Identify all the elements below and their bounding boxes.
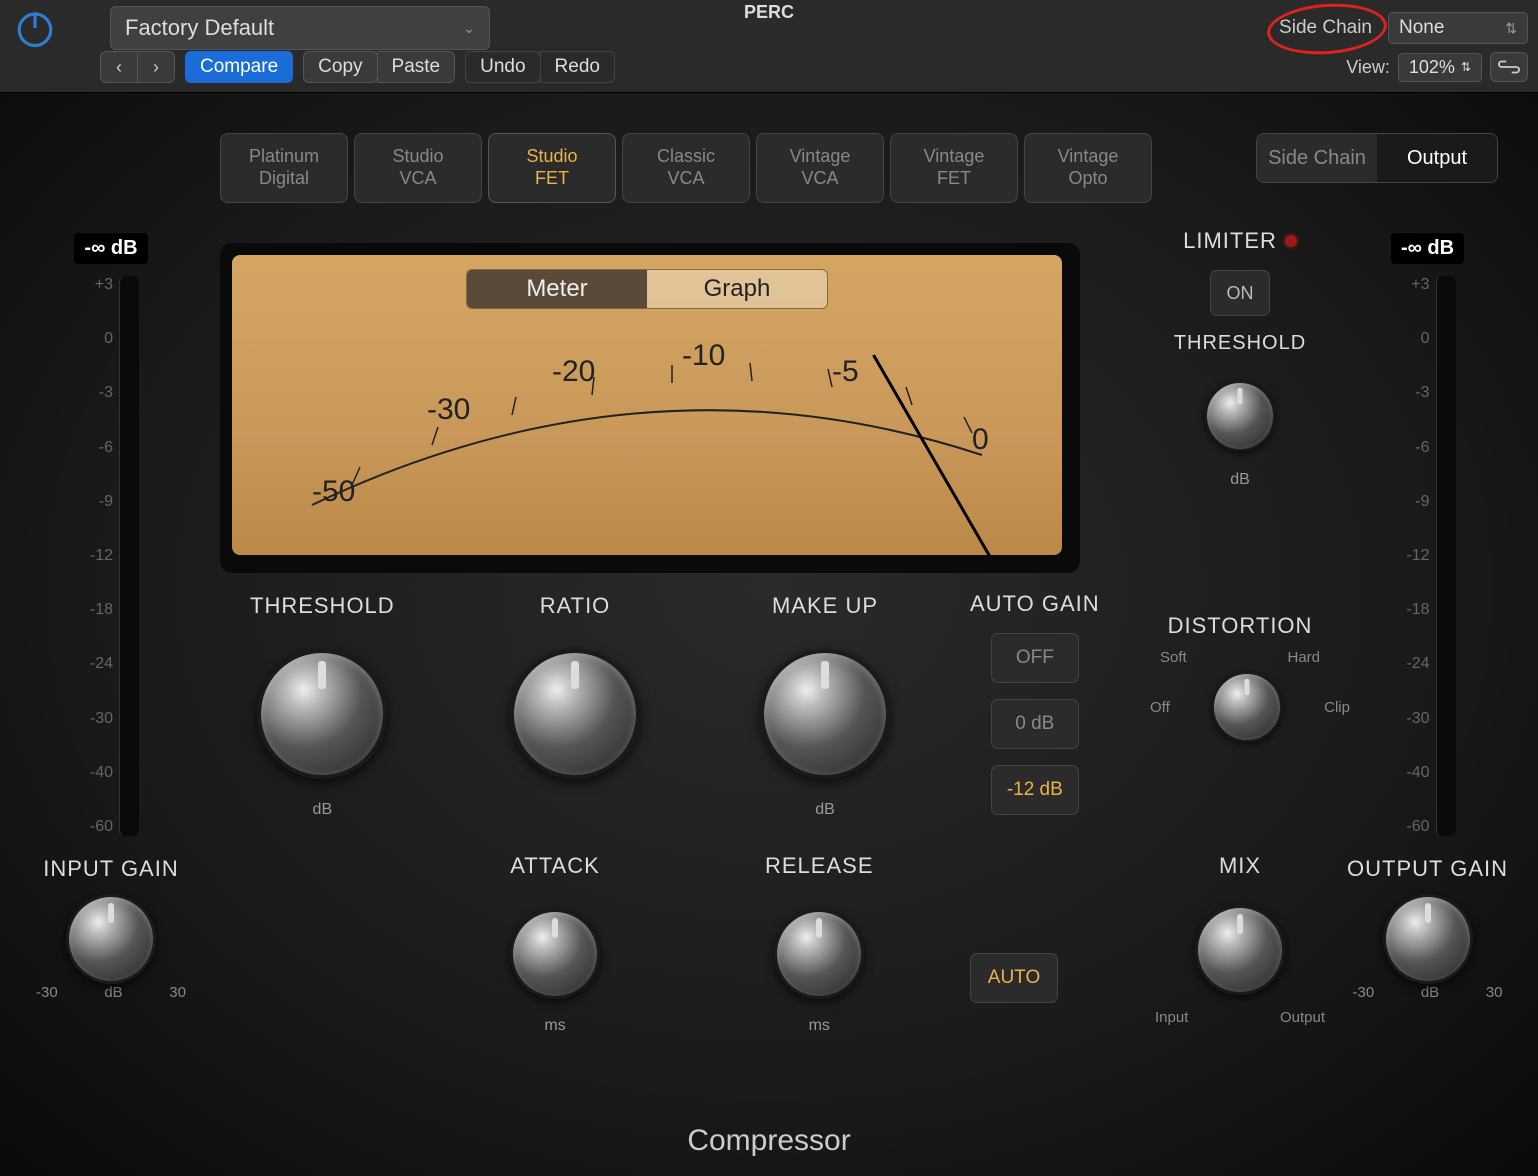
sidechain-select[interactable]: None ⇅ [1388, 12, 1528, 44]
mix-input-label: Input [1155, 1009, 1188, 1026]
attack-unit: ms [510, 1017, 600, 1035]
tick: -30 [1353, 984, 1375, 1001]
tick: -30 [36, 984, 58, 1001]
vu-tick-label: -30 [427, 393, 470, 427]
threshold-unit: dB [250, 801, 395, 819]
threshold-label: THRESHOLD [250, 593, 395, 619]
vu-tick-label: 0 [972, 423, 989, 457]
limiter-led [1285, 235, 1297, 247]
next-preset-button[interactable]: › [137, 51, 175, 83]
autogain-label: AUTO GAIN [970, 591, 1100, 617]
preset-select[interactable]: Factory Default ⌄ [110, 6, 490, 50]
tick: 30 [169, 984, 186, 1001]
power-icon[interactable] [10, 3, 60, 53]
vu-tick-label: -50 [312, 475, 355, 509]
view-zoom-value: 102% [1409, 57, 1455, 78]
attack-label: ATTACK [510, 853, 600, 879]
attack-knob[interactable] [510, 909, 600, 999]
mix-knob[interactable] [1195, 905, 1285, 995]
tick: Hard [1287, 649, 1320, 666]
redo-button[interactable]: Redo [540, 51, 615, 83]
tick: Soft [1160, 649, 1187, 666]
threshold-knob[interactable] [257, 649, 387, 779]
input-gain-knob[interactable] [66, 894, 156, 984]
unit-label: dB [1421, 984, 1439, 1001]
ratio-label: RATIO [510, 593, 640, 619]
sidechain-value: None [1399, 17, 1444, 39]
tick: Clip [1324, 699, 1350, 716]
input-meter-scale: +30-3-6-9-12-18-24-30-40-60 [83, 276, 113, 836]
release-label: RELEASE [765, 853, 874, 879]
vu-tick-label: -20 [552, 355, 595, 389]
vu-tick-label: -5 [832, 355, 859, 389]
makeup-unit: dB [760, 801, 890, 819]
plugin-title: Compressor [687, 1124, 850, 1158]
distortion-label: DISTORTION [1150, 613, 1330, 639]
model-tab-studio-vca[interactable]: StudioVCA [354, 133, 482, 203]
release-knob[interactable] [774, 909, 864, 999]
undo-button[interactable]: Undo [465, 51, 540, 83]
limiter-threshold-label: THRESHOLD [1150, 332, 1330, 355]
ratio-knob[interactable] [510, 649, 640, 779]
model-tab-studio-fet[interactable]: StudioFET [488, 133, 616, 203]
autogain-0db-button[interactable]: 0 dB [991, 699, 1079, 749]
preset-name: Factory Default [125, 15, 274, 41]
chevron-down-icon: ⌄ [463, 20, 475, 37]
mix-label: MIX [1150, 853, 1330, 879]
input-meter-bar[interactable] [119, 276, 139, 836]
mix-output-label: Output [1280, 1009, 1325, 1026]
vu-meter-panel: Meter Graph -50 -30 -20 -10 -5 0 [220, 243, 1080, 573]
autogain-off-button[interactable]: OFF [991, 633, 1079, 683]
sidechain-label: Side Chain [1273, 15, 1378, 41]
output-meter-bar[interactable] [1436, 276, 1456, 836]
prev-preset-button[interactable]: ‹ [100, 51, 138, 83]
release-unit: ms [765, 1017, 874, 1035]
output-meter-scale: +30-3-6-9-12-18-24-30-40-60 [1400, 276, 1430, 836]
makeup-label: MAKE UP [760, 593, 890, 619]
limiter-threshold-knob[interactable] [1205, 381, 1275, 451]
limiter-on-button[interactable]: ON [1210, 270, 1270, 316]
graph-tab-button[interactable]: Graph [647, 270, 827, 308]
track-title: PERC [744, 2, 794, 23]
tab-sidechain-panel[interactable]: Side Chain [1257, 134, 1377, 182]
meter-tab-button[interactable]: Meter [467, 270, 647, 308]
link-icon[interactable] [1490, 52, 1528, 82]
vu-tick-label: -10 [682, 339, 725, 373]
output-meter-value: -∞ dB [1391, 233, 1464, 264]
copy-button[interactable]: Copy [303, 51, 377, 83]
model-tab-classic-vca[interactable]: ClassicVCA [622, 133, 750, 203]
unit-label: dB [104, 984, 122, 1001]
updown-icon: ⇅ [1461, 60, 1471, 74]
compare-button[interactable]: Compare [185, 51, 293, 83]
limiter-label: LIMITER [1183, 228, 1277, 254]
view-label: View: [1346, 57, 1390, 78]
release-auto-button[interactable]: AUTO [970, 953, 1058, 1003]
updown-icon: ⇅ [1505, 20, 1517, 37]
paste-button[interactable]: Paste [377, 51, 456, 83]
view-zoom-select[interactable]: 102% ⇅ [1398, 53, 1482, 82]
input-gain-label: INPUT GAIN [43, 856, 179, 882]
makeup-knob[interactable] [760, 649, 890, 779]
output-gain-label: OUTPUT GAIN [1347, 856, 1508, 882]
limiter-unit: dB [1150, 471, 1330, 489]
tick: Off [1150, 699, 1170, 716]
model-tab-vintage-fet[interactable]: VintageFET [890, 133, 1018, 203]
model-tab-vintage-vca[interactable]: VintageVCA [756, 133, 884, 203]
output-gain-knob[interactable] [1383, 894, 1473, 984]
output-panel-tabs: Side Chain Output [1256, 133, 1498, 183]
autogain-minus12db-button[interactable]: -12 dB [991, 765, 1079, 815]
tick: 30 [1486, 984, 1503, 1001]
tab-output-panel[interactable]: Output [1377, 134, 1497, 182]
model-tab-vintage-opto[interactable]: VintageOpto [1024, 133, 1152, 203]
model-tab-platinum-digital[interactable]: PlatinumDigital [220, 133, 348, 203]
input-meter-value: -∞ dB [74, 233, 147, 264]
vu-meter-display: Meter Graph -50 -30 -20 -10 -5 0 [232, 255, 1062, 555]
distortion-knob[interactable] [1212, 672, 1282, 742]
